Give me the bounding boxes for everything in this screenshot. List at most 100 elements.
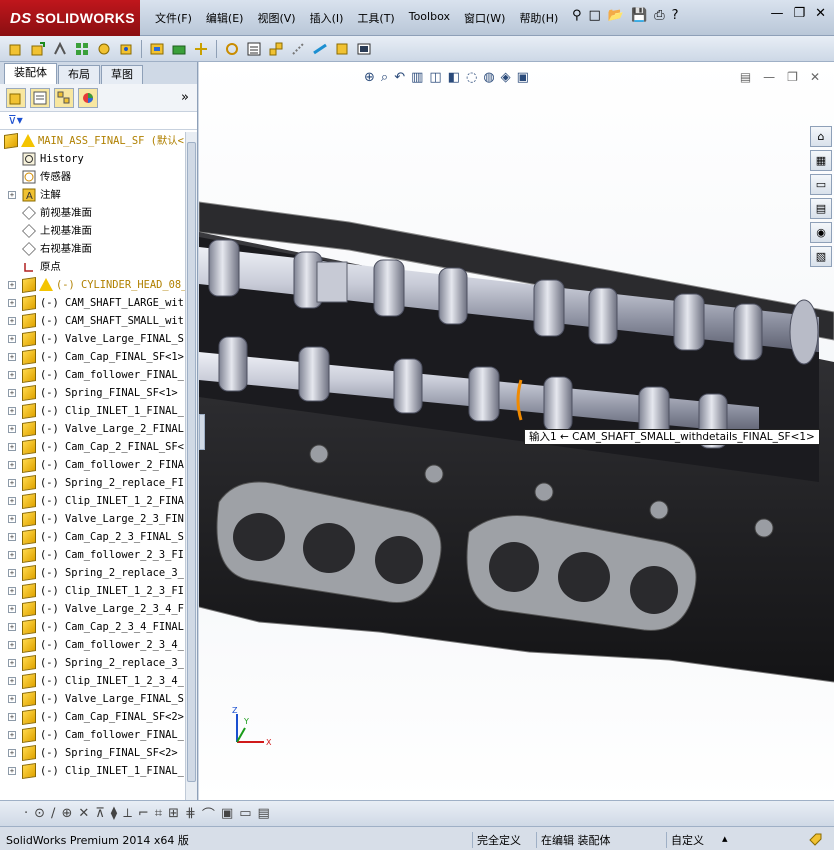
menu-view[interactable]: 视图(V)	[250, 10, 302, 26]
linear-pattern-icon[interactable]	[72, 39, 92, 59]
expand-toggle-icon[interactable]: +	[8, 713, 16, 721]
tree-node[interactable]: + (-) Valve_Large_FINAL_S	[0, 690, 186, 708]
bill-of-materials-icon[interactable]	[244, 39, 264, 59]
tree-node[interactable]: + (-) Clip_INLET_1_FINAL_	[0, 402, 186, 420]
graphics-area[interactable]: ⊕ ⌕ ↶ ▥ ◫ ◧ ◌ ◍ ◈ ▣ ▤ — ❐ ✕ Z X Y 输入1 ← …	[199, 62, 834, 800]
tree-node[interactable]: + (-) Clip_INLET_1_FINAL_	[0, 762, 186, 780]
tree-node[interactable]: + (-) CYLINDER_HEAD_08_	[0, 276, 186, 294]
expand-toggle-icon[interactable]: +	[8, 533, 16, 541]
menu-insert[interactable]: 插入(I)	[303, 10, 351, 26]
extend-icon[interactable]: ⊼	[95, 806, 105, 821]
save-icon[interactable]: 💾	[631, 8, 647, 23]
expand-toggle-icon[interactable]: +	[8, 191, 16, 199]
solidworks-logo[interactable]: DS SOLIDWORKS	[0, 0, 140, 36]
tree-node[interactable]: 上视基准面	[0, 222, 186, 240]
expand-toggle-icon[interactable]: +	[8, 551, 16, 559]
expand-toggle-icon[interactable]: +	[8, 497, 16, 505]
view-palette-icon[interactable]: ▤	[810, 198, 832, 219]
expand-toggle-icon[interactable]: +	[8, 695, 16, 703]
tags-icon[interactable]	[808, 832, 822, 849]
update-speedpak-icon[interactable]	[332, 39, 352, 59]
mate-icon[interactable]	[50, 39, 70, 59]
display-manager-icon[interactable]	[78, 87, 98, 108]
configuration-manager-icon[interactable]	[54, 87, 74, 108]
menu-window[interactable]: 窗口(W)	[457, 10, 512, 26]
panel-collapse-handle[interactable]	[199, 414, 205, 450]
tree-node[interactable]: History	[0, 150, 186, 168]
expand-toggle-icon[interactable]: +	[8, 317, 16, 325]
feature-manager-tree-icon[interactable]	[6, 87, 26, 108]
tree-node[interactable]: 前视基准面	[0, 204, 186, 222]
tree-node[interactable]: + (-) Spring_2_replace_3_	[0, 564, 186, 582]
tree-node[interactable]: + (-) Spring_2_replace_FI	[0, 474, 186, 492]
explode-line-sketch-icon[interactable]	[288, 39, 308, 59]
expand-toggle-icon[interactable]: +	[8, 605, 16, 613]
line-icon[interactable]: ∕	[51, 806, 55, 821]
box-icon[interactable]: ▣	[221, 806, 233, 821]
expand-toggle-icon[interactable]: +	[8, 353, 16, 361]
layout-icon[interactable]: ▤	[258, 806, 270, 821]
show-hidden-components-icon[interactable]	[147, 39, 167, 59]
tree-node[interactable]: + (-) CAM_SHAFT_SMALL_wit	[0, 312, 186, 330]
expand-toggle-icon[interactable]: +	[8, 461, 16, 469]
expand-toggle-icon[interactable]: +	[8, 407, 16, 415]
tree-node[interactable]: + (-) Valve_Large_2_3_FIN	[0, 510, 186, 528]
solidworks-resources-icon[interactable]: ⌂	[810, 126, 832, 147]
expand-toggle-icon[interactable]: +	[8, 281, 16, 289]
exploded-view-icon[interactable]	[266, 39, 286, 59]
tree-node[interactable]: + (-) CAM_SHAFT_LARGE_wit	[0, 294, 186, 312]
status-units[interactable]: 自定义	[666, 832, 704, 848]
tree-node[interactable]: + (-) Valve_Large_2_FINAL	[0, 420, 186, 438]
view-window-icon[interactable]: ▭	[239, 806, 251, 821]
more-tabs-button[interactable]: »	[181, 90, 189, 105]
expand-toggle-icon[interactable]: +	[8, 425, 16, 433]
expand-toggle-icon[interactable]: +	[8, 731, 16, 739]
expand-toggle-icon[interactable]: +	[8, 587, 16, 595]
tree-node[interactable]: + (-) Cam_Cap_2_3_FINAL_S	[0, 528, 186, 546]
tree-node[interactable]: + (-) Clip_INLET_1_2_3_FI	[0, 582, 186, 600]
tree-node[interactable]: + (-) Cam_Cap_2_3_4_FINAL	[0, 618, 186, 636]
circle-icon[interactable]: ⊙	[34, 806, 45, 821]
appearances-scenes-icon[interactable]: ◉	[810, 222, 832, 243]
tree-node[interactable]: + (-) Cam_follower_2_3_4_	[0, 636, 186, 654]
tree-node[interactable]: + (-) Cam_follower_2_3_FI	[0, 546, 186, 564]
grid-icon[interactable]: ⊞	[168, 806, 179, 821]
tree-node[interactable]: + (-) Spring_2_replace_3_	[0, 654, 186, 672]
edit-component-icon[interactable]	[6, 39, 26, 59]
tree-node[interactable]: + (-) Cam_Cap_2_FINAL_SF<	[0, 438, 186, 456]
linear-pattern-sketch-icon[interactable]: ⋕	[185, 806, 196, 821]
tree-node[interactable]: + (-) Spring_FINAL_SF<2>	[0, 744, 186, 762]
expand-toggle-icon[interactable]: +	[8, 749, 16, 757]
expand-toggle-icon[interactable]: +	[8, 371, 16, 379]
restore-button[interactable]: ❐	[793, 6, 805, 21]
close-button[interactable]: ✕	[815, 6, 826, 21]
menu-toolbox[interactable]: Toolbox	[402, 10, 457, 26]
reference-geometry-icon[interactable]	[191, 39, 211, 59]
custom-properties-icon[interactable]: ▧	[810, 246, 832, 267]
menu-tools[interactable]: 工具(T)	[350, 10, 401, 26]
tree-filter[interactable]: ⊽▾	[0, 112, 197, 130]
tree-node[interactable]: 右视基准面	[0, 240, 186, 258]
property-manager-icon[interactable]	[30, 87, 50, 108]
tab-layout[interactable]: 布局	[58, 65, 100, 84]
menu-edit[interactable]: 编辑(E)	[199, 10, 251, 26]
tree-node[interactable]: + (-) Clip_INLET_1_2_3_4_	[0, 672, 186, 690]
tree-node[interactable]: + (-) Clip_INLET_1_2_FINA	[0, 492, 186, 510]
expand-toggle-icon[interactable]: +	[8, 335, 16, 343]
trim-icon[interactable]: ✕	[78, 806, 89, 821]
smart-fasteners-icon[interactable]	[94, 39, 114, 59]
new-document-icon[interactable]: □	[589, 8, 601, 23]
expand-toggle-icon[interactable]: +	[8, 767, 16, 775]
expand-toggle-icon[interactable]: +	[8, 569, 16, 577]
tree-node[interactable]: + (-) Valve_Large_2_3_4_F	[0, 600, 186, 618]
instant3d-icon[interactable]	[310, 39, 330, 59]
mirror-icon[interactable]: ⟂	[123, 806, 132, 821]
expand-toggle-icon[interactable]: +	[8, 515, 16, 523]
help-icon[interactable]: ?	[672, 8, 679, 23]
tree-node[interactable]: -MAIN_ASS_FINAL_SF (默认<	[0, 132, 186, 150]
file-explorer-icon[interactable]: ▭	[810, 174, 832, 195]
expand-toggle-icon[interactable]: +	[8, 479, 16, 487]
tree-node[interactable]: + A 注解	[0, 186, 186, 204]
tree-node[interactable]: + (-) Valve_Large_FINAL_S	[0, 330, 186, 348]
tab-assembly[interactable]: 装配体	[4, 63, 57, 84]
